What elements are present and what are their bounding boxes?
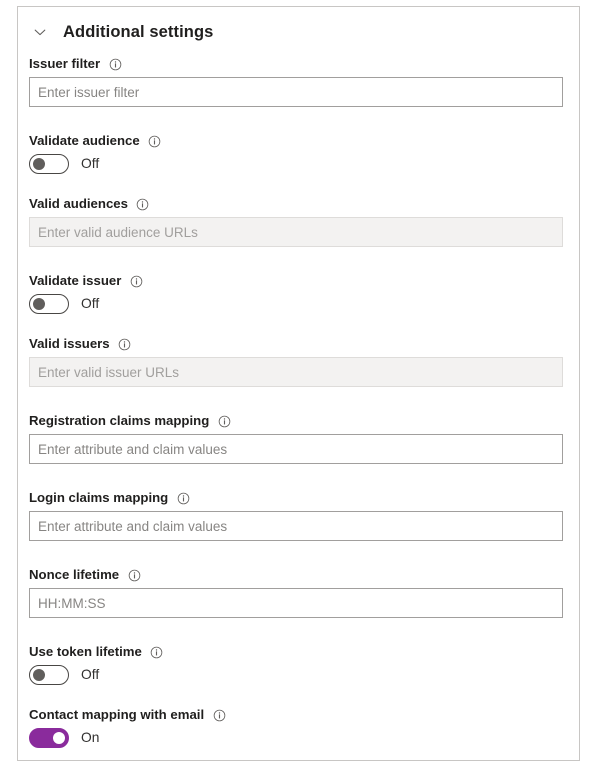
info-circle-icon[interactable] bbox=[127, 568, 141, 582]
info-circle-icon[interactable] bbox=[108, 57, 122, 71]
valid-issuers-input bbox=[29, 357, 563, 387]
toggle-knob bbox=[33, 158, 45, 170]
issuer-filter-input[interactable] bbox=[29, 77, 563, 107]
label-valid-issuers: Valid issuers bbox=[29, 337, 567, 357]
info-circle-icon[interactable] bbox=[212, 708, 226, 722]
registration-claims-mapping-input[interactable] bbox=[29, 434, 563, 464]
label-text: Nonce lifetime bbox=[29, 567, 120, 583]
label-issuer-filter: Issuer filter bbox=[29, 57, 567, 77]
label-text: Validate audience bbox=[29, 133, 140, 149]
valid-audiences-input bbox=[29, 217, 563, 247]
label-text: Validate issuer bbox=[29, 273, 122, 289]
info-circle-icon[interactable] bbox=[217, 414, 231, 428]
label-nonce-lifetime: Nonce lifetime bbox=[29, 568, 567, 588]
info-circle-icon[interactable] bbox=[150, 645, 164, 659]
field-registration-claims-mapping: Registration claims mapping bbox=[29, 414, 567, 464]
label-validate-audience: Validate audience bbox=[29, 134, 567, 154]
label-text: Issuer filter bbox=[29, 56, 101, 72]
validate-issuer-toggle[interactable] bbox=[29, 294, 69, 314]
additional-settings-header[interactable]: Additional settings bbox=[18, 7, 579, 57]
contact-mapping-with-email-toggle[interactable] bbox=[29, 728, 69, 748]
label-registration-claims-mapping: Registration claims mapping bbox=[29, 414, 567, 434]
info-circle-icon[interactable] bbox=[129, 274, 143, 288]
label-text: Use token lifetime bbox=[29, 644, 142, 660]
field-valid-issuers: Valid issuers bbox=[29, 337, 567, 387]
field-login-claims-mapping: Login claims mapping bbox=[29, 491, 567, 541]
validate-audience-toggle[interactable] bbox=[29, 154, 69, 174]
nonce-lifetime-input[interactable] bbox=[29, 588, 563, 618]
info-circle-icon[interactable] bbox=[118, 337, 132, 351]
field-valid-audiences: Valid audiences bbox=[29, 197, 567, 247]
info-circle-icon[interactable] bbox=[136, 197, 150, 211]
page-title: Additional settings bbox=[63, 22, 214, 41]
field-validate-audience: Validate audience Off bbox=[29, 134, 567, 174]
contact-mapping-with-email-row: On bbox=[29, 728, 567, 748]
label-text: Registration claims mapping bbox=[29, 413, 210, 429]
contact-mapping-with-email-state: On bbox=[81, 730, 100, 746]
use-token-lifetime-toggle[interactable] bbox=[29, 665, 69, 685]
toggle-knob bbox=[33, 298, 45, 310]
additional-settings-card: Additional settings Issuer filter Vali bbox=[17, 6, 580, 761]
label-text: Contact mapping with email bbox=[29, 707, 205, 723]
label-use-token-lifetime: Use token lifetime bbox=[29, 645, 567, 665]
field-nonce-lifetime: Nonce lifetime bbox=[29, 568, 567, 618]
label-contact-mapping-with-email: Contact mapping with email bbox=[29, 708, 567, 728]
label-valid-audiences: Valid audiences bbox=[29, 197, 567, 217]
validate-issuer-row: Off bbox=[29, 294, 567, 314]
field-issuer-filter: Issuer filter bbox=[29, 57, 567, 107]
validate-audience-state: Off bbox=[81, 156, 100, 172]
info-circle-icon[interactable] bbox=[148, 134, 162, 148]
label-text: Valid issuers bbox=[29, 336, 110, 352]
use-token-lifetime-state: Off bbox=[81, 667, 100, 683]
label-login-claims-mapping: Login claims mapping bbox=[29, 491, 567, 511]
chevron-down-icon[interactable] bbox=[29, 21, 51, 43]
field-contact-mapping-with-email: Contact mapping with email On bbox=[29, 708, 567, 748]
label-validate-issuer: Validate issuer bbox=[29, 274, 567, 294]
label-text: Login claims mapping bbox=[29, 490, 169, 506]
info-circle-icon[interactable] bbox=[176, 491, 190, 505]
use-token-lifetime-row: Off bbox=[29, 665, 567, 685]
validate-issuer-state: Off bbox=[81, 296, 100, 312]
validate-audience-row: Off bbox=[29, 154, 567, 174]
toggle-knob bbox=[33, 669, 45, 681]
label-text: Valid audiences bbox=[29, 196, 128, 212]
field-validate-issuer: Validate issuer Off bbox=[29, 274, 567, 314]
toggle-knob bbox=[53, 732, 65, 744]
settings-form: Issuer filter Validate audience bbox=[18, 57, 579, 748]
field-use-token-lifetime: Use token lifetime Off bbox=[29, 645, 567, 685]
login-claims-mapping-input[interactable] bbox=[29, 511, 563, 541]
